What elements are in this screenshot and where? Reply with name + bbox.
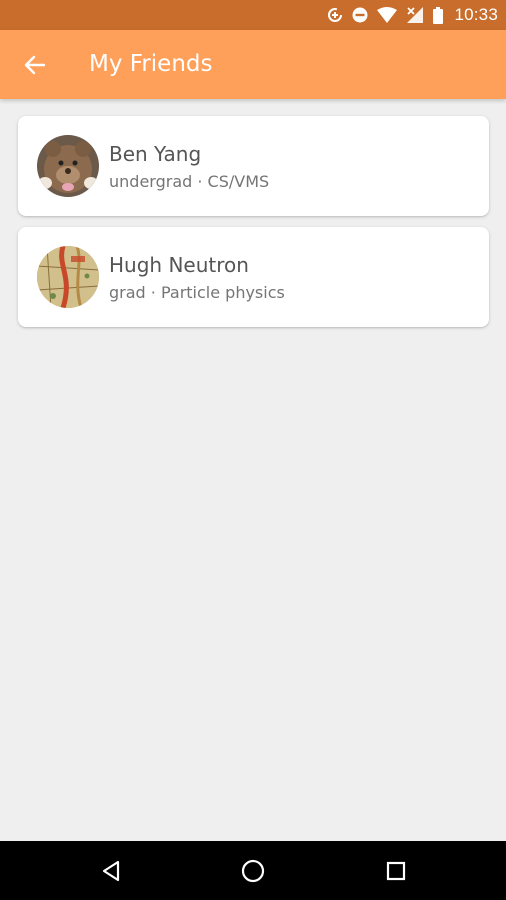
nav-bar (0, 841, 506, 900)
back-button[interactable] (18, 48, 52, 82)
page-title: My Friends (89, 51, 213, 77)
friend-card[interactable]: Hugh Neutron grad · Particle physics (18, 227, 489, 327)
friend-subtitle: undergrad · CS/VMS (109, 172, 270, 191)
friend-name: Hugh Neutron (109, 253, 249, 277)
status-time: 10:33 (454, 5, 498, 24)
recents-square-icon (386, 861, 406, 880)
data-saver-icon (327, 7, 343, 23)
friend-list: Ben Yang undergrad · CS/VMS Hugh Neutron… (18, 116, 489, 338)
nav-home-button[interactable] (223, 841, 283, 900)
wifi-icon (377, 7, 398, 23)
friend-card[interactable]: Ben Yang undergrad · CS/VMS (18, 116, 489, 216)
friend-name: Ben Yang (109, 142, 202, 166)
battery-icon (433, 6, 444, 24)
home-circle-icon (241, 859, 265, 882)
do-not-disturb-icon (352, 7, 368, 23)
back-triangle-icon (102, 860, 120, 881)
nav-recents-button[interactable] (366, 841, 426, 900)
status-bar: 10:33 (0, 0, 506, 30)
no-signal-icon (406, 6, 424, 24)
avatar (37, 135, 99, 197)
app-bar: My Friends (0, 30, 506, 99)
status-icons: 10:33 (327, 0, 498, 30)
friend-subtitle: grad · Particle physics (109, 283, 285, 302)
nav-back-button[interactable] (81, 841, 141, 900)
avatar (37, 246, 99, 308)
arrow-left-icon (24, 55, 46, 75)
